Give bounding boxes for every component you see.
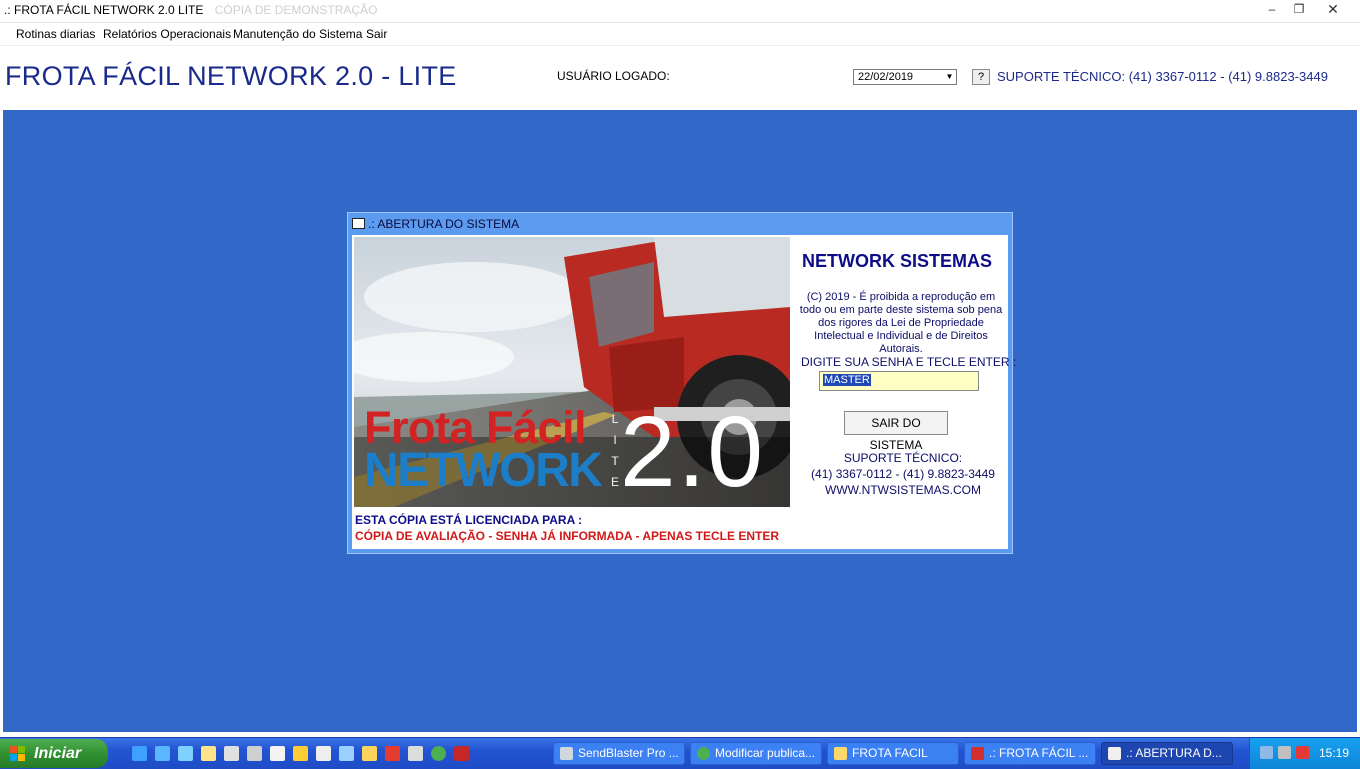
hand-tool-icon[interactable] — [408, 746, 423, 761]
splash-image: Frota Fácil NETWORK L I T E 2.0 — [354, 237, 790, 507]
password-label: DIGITE SUA SENHA E TECLE ENTER : — [801, 355, 1017, 369]
app-header: FROTA FÁCIL NETWORK 2.0 - LITE USUÁRIO L… — [0, 46, 1360, 108]
task-label: Modificar publica... — [715, 746, 816, 760]
date-value: 22/02/2019 — [858, 71, 914, 83]
ie-icon[interactable] — [132, 746, 147, 761]
lite-letter: I — [613, 433, 617, 447]
sendblaster-icon — [560, 747, 573, 760]
task-label: FROTA FACIL — [852, 746, 928, 760]
lite-letter: E — [610, 475, 619, 489]
settings-icon[interactable] — [247, 746, 262, 761]
app-title: FROTA FÁCIL NETWORK 2.0 - LITE — [5, 61, 457, 91]
menu-rotinas-diarias[interactable]: Rotinas diarias — [16, 27, 95, 41]
dialog-body: Frota Fácil NETWORK L I T E 2.0 NETWORK … — [352, 235, 1016, 549]
antivirus-icon[interactable] — [1296, 746, 1309, 759]
window-title-text: .: FROTA FÁCIL NETWORK 2.0 LITE — [4, 3, 204, 17]
support-label: SUPORTE TÉCNICO: — [843, 451, 963, 465]
taskbar: Iniciar SendBlaster Pro ... Modificar pu… — [0, 737, 1360, 769]
menu-manutencao-sistema[interactable]: Manutenção do Sistema — [233, 27, 362, 41]
exit-system-button[interactable]: SAIR DO SISTEMA — [844, 411, 948, 452]
folder-icon — [834, 747, 847, 760]
login-dialog: .: ABERTURA DO SISTEMA Frota Fácil NETWO… — [347, 212, 1016, 554]
copyright-notice: (C) 2019 - É proibida a reprodução em to… — [799, 291, 1003, 355]
media-icon[interactable] — [293, 746, 308, 761]
support-phones: (41) 3367-0112 - (41) 9.8823-3449 — [811, 467, 995, 481]
start-label: Iniciar — [34, 745, 82, 762]
filezilla-icon[interactable] — [454, 746, 469, 761]
dialog-title-text: .: ABERTURA DO SISTEMA — [368, 217, 520, 231]
desktop-icon[interactable] — [178, 746, 193, 761]
chevron-down-icon[interactable]: ▼ — [944, 71, 955, 83]
clock: 15:19 — [1319, 746, 1350, 760]
task-abertura[interactable]: .: ABERTURA D... — [1101, 742, 1233, 765]
help-button[interactable]: ? — [972, 69, 990, 85]
title-bar: .: FROTA FÁCIL NETWORK 2.0 LITE CÓPIA DE… — [0, 0, 1360, 23]
license-value: CÓPIA DE AVALIAÇÃO - SENHA JÁ INFORMADA … — [355, 529, 780, 543]
chrome-icon — [697, 747, 710, 760]
minimize-button[interactable]: – — [1259, 0, 1285, 18]
demo-watermark: CÓPIA DE DEMONSTRAÇÃO — [214, 3, 378, 17]
start-button[interactable]: Iniciar — [0, 739, 108, 768]
company-name: NETWORK SISTEMAS — [802, 251, 993, 271]
logged-user-label: USUÁRIO LOGADO: — [557, 69, 670, 83]
window-icon — [352, 218, 365, 229]
task-sendblaster[interactable]: SendBlaster Pro ... — [553, 742, 685, 765]
task-label: SendBlaster Pro ... — [578, 746, 679, 760]
document-icon[interactable] — [270, 746, 285, 761]
windows-logo-icon — [10, 746, 26, 762]
password-input[interactable]: MASTER — [819, 371, 979, 391]
outlook-icon[interactable] — [155, 746, 170, 761]
restore-button[interactable]: ❐ — [1286, 0, 1312, 18]
chrome-icon[interactable] — [431, 746, 446, 761]
task-frota-facil[interactable]: .: FROTA FÁCIL ... — [964, 742, 1096, 765]
lite-letter: L — [611, 412, 619, 426]
menu-relatorios-operacionais[interactable]: Relatórios Operacionais — [103, 27, 231, 41]
website-link: WWW.NTWSISTEMAS.COM — [825, 483, 981, 497]
menu-sair[interactable]: Sair — [366, 27, 387, 41]
task-folder[interactable]: FROTA FACIL — [827, 742, 959, 765]
task-chrome[interactable]: Modificar publica... — [690, 742, 822, 765]
window-title: .: FROTA FÁCIL NETWORK 2.0 LITE CÓPIA DE… — [4, 3, 377, 17]
dialog-title: .: ABERTURA DO SISTEMA — [352, 217, 519, 231]
winrar-icon[interactable] — [385, 746, 400, 761]
network-icon[interactable] — [1260, 746, 1273, 759]
task-label: .: ABERTURA D... — [1126, 746, 1222, 760]
shield-icon[interactable] — [1278, 746, 1291, 759]
password-value: MASTER — [823, 374, 871, 386]
calculator-icon[interactable] — [316, 746, 331, 761]
app-n-icon — [971, 747, 984, 760]
date-dropdown[interactable]: 22/02/2019 ▼ — [853, 69, 957, 85]
splash-version: 2.0 — [620, 396, 766, 507]
menu-bar: Rotinas diarias Relatórios Operacionais … — [0, 23, 1360, 46]
support-info: SUPORTE TÉCNICO: (41) 3367-0112 - (41) 9… — [997, 69, 1328, 84]
lite-letter: T — [611, 454, 619, 468]
mail-icon[interactable] — [339, 746, 354, 761]
license-label: ESTA CÓPIA ESTÁ LICENCIADA PARA : — [355, 513, 583, 527]
task-label: .: FROTA FÁCIL ... — [989, 746, 1089, 760]
splash-lite: L I T E — [610, 409, 620, 493]
splash-network: NETWORK — [364, 444, 603, 497]
notepad-icon[interactable] — [201, 746, 216, 761]
close-button[interactable]: ✕ — [1320, 0, 1346, 18]
search-icon[interactable] — [224, 746, 239, 761]
pencil-icon[interactable] — [362, 746, 377, 761]
app-window-icon — [1108, 747, 1121, 760]
system-tray: 15:19 — [1249, 738, 1360, 769]
